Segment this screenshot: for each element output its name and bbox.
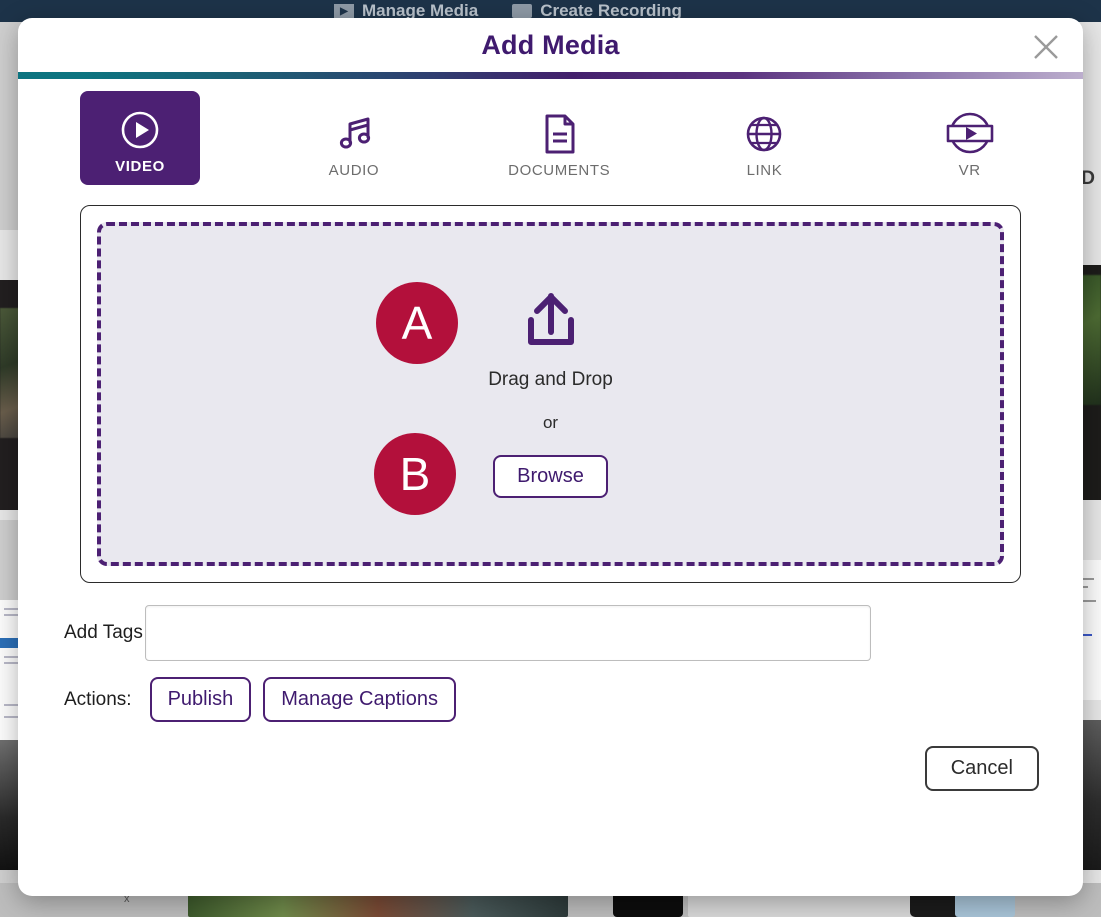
actions-row: Actions: Publish Manage Captions bbox=[64, 677, 1021, 722]
dialog-header: Add Media bbox=[18, 18, 1083, 72]
cancel-button[interactable]: Cancel bbox=[924, 746, 1039, 791]
add-tags-input[interactable] bbox=[144, 605, 871, 661]
publish-button[interactable]: Publish bbox=[149, 677, 252, 722]
drop-zone[interactable]: A B Drag and Drop or Browse bbox=[97, 222, 1004, 566]
music-note-icon bbox=[332, 110, 376, 158]
background-right-heading: D bbox=[1081, 168, 1095, 189]
tab-label: AUDIO bbox=[328, 162, 380, 179]
tab-label: VIDEO bbox=[115, 158, 165, 175]
tab-label: LINK bbox=[746, 162, 783, 179]
camera-icon bbox=[512, 4, 533, 18]
annotation-badge-a: A bbox=[376, 282, 458, 364]
video-play-circle-icon bbox=[119, 106, 161, 154]
tab-audio[interactable]: AUDIO bbox=[303, 91, 406, 185]
upload-panel: A B Drag and Drop or Browse bbox=[80, 205, 1021, 583]
tab-label: DOCUMENTS bbox=[508, 162, 611, 179]
accent-gradient-bar bbox=[18, 72, 1083, 79]
annotation-badge-b: B bbox=[374, 433, 456, 515]
upload-arrow-icon bbox=[519, 290, 583, 357]
dialog-footer: Cancel bbox=[18, 746, 1039, 791]
tab-vr[interactable]: VR bbox=[918, 91, 1021, 185]
drag-and-drop-label: Drag and Drop bbox=[488, 369, 613, 390]
globe-icon bbox=[743, 110, 785, 158]
dialog-body: VIDEO AUDIO DOCUMENTS LINK VR A B Drag a… bbox=[18, 79, 1083, 896]
add-tags-label: Add Tags bbox=[64, 622, 143, 643]
tab-video[interactable]: VIDEO bbox=[80, 91, 200, 185]
media-type-tabs: VIDEO AUDIO DOCUMENTS LINK VR bbox=[80, 91, 1021, 185]
browse-button[interactable]: Browse bbox=[493, 455, 608, 498]
manage-captions-button[interactable]: Manage Captions bbox=[263, 677, 456, 722]
page-title: Add Media bbox=[481, 29, 620, 60]
document-icon bbox=[538, 110, 580, 158]
vr-sphere-play-icon bbox=[942, 110, 998, 158]
tab-documents[interactable]: DOCUMENTS bbox=[508, 91, 611, 185]
tab-link[interactable]: LINK bbox=[713, 91, 816, 185]
actions-label: Actions: bbox=[64, 688, 132, 710]
close-icon bbox=[1031, 32, 1061, 62]
play-icon: ▶ bbox=[334, 3, 354, 19]
or-label: or bbox=[542, 413, 559, 432]
close-button[interactable] bbox=[1029, 30, 1063, 64]
add-media-dialog: Add Media VIDEO AUDIO DOCUMENTS LINK VR … bbox=[18, 18, 1083, 896]
tags-row: Add Tags bbox=[64, 605, 1021, 661]
page-root: ny D fe ar ng bbox=[0, 0, 1101, 917]
tab-label: VR bbox=[958, 162, 981, 179]
